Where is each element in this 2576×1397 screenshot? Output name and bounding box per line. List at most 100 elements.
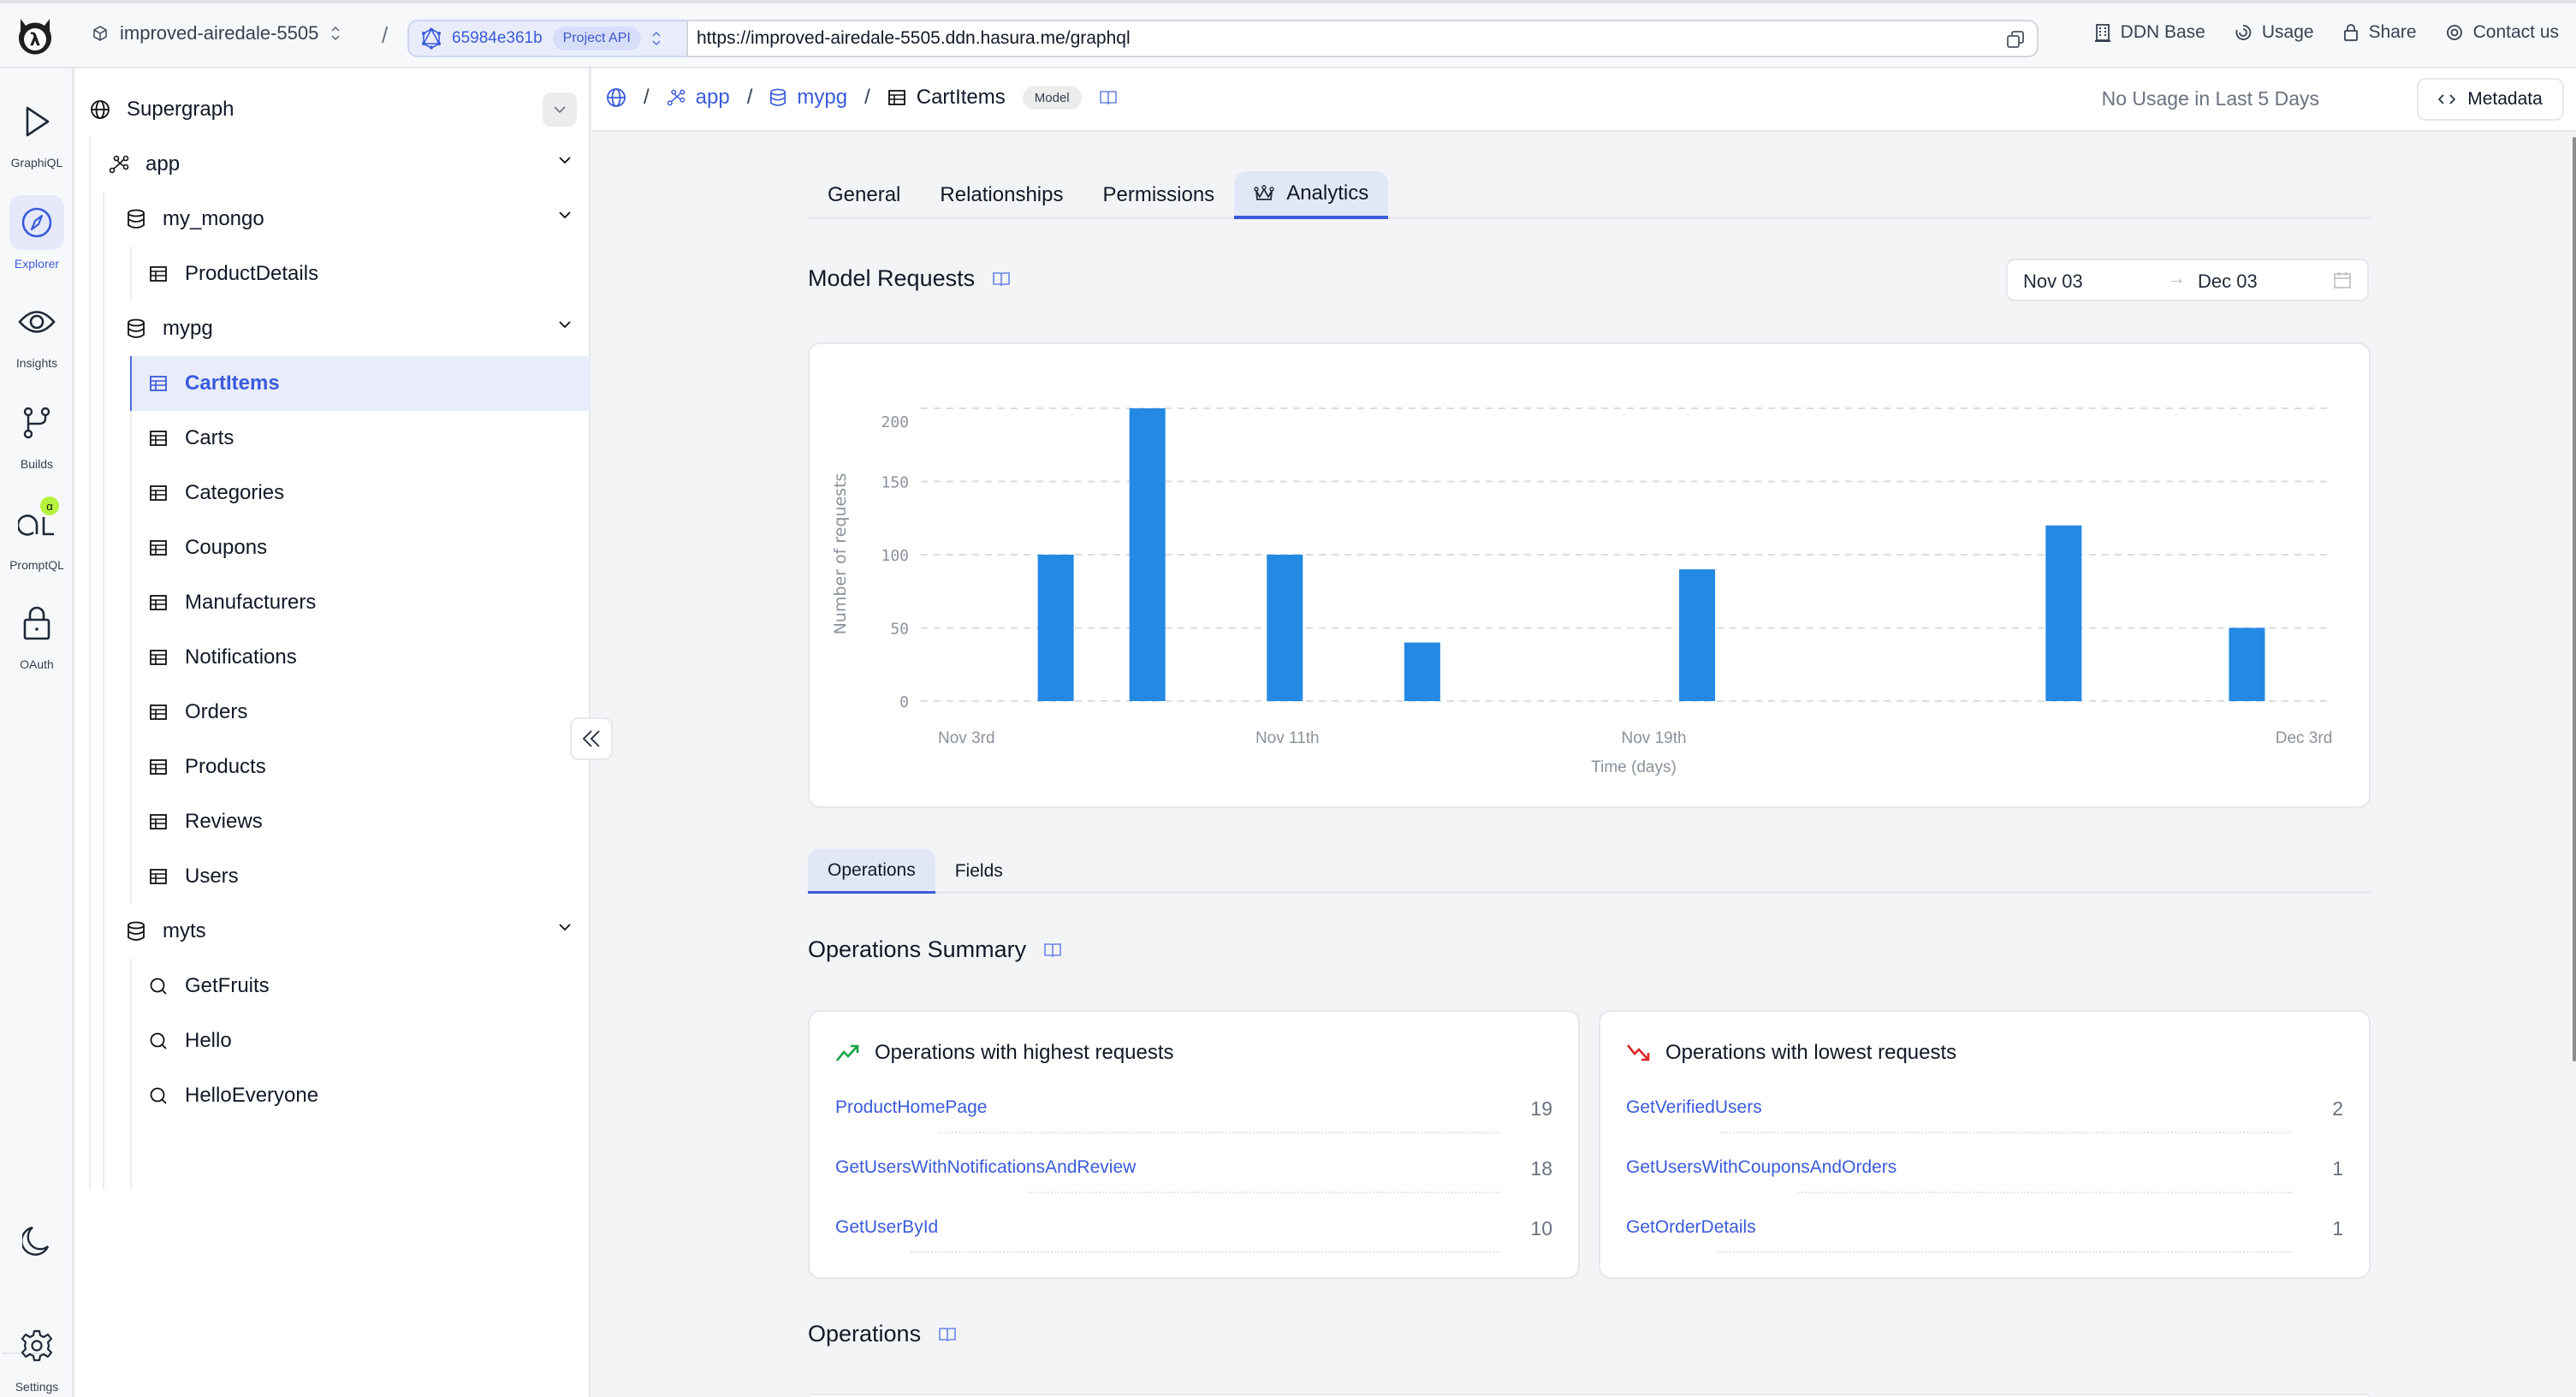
docs-book-icon[interactable] <box>1043 942 1062 959</box>
graphql-endpoint-field[interactable]: https://improved-airedale-5505.ddn.hasur… <box>686 20 2039 57</box>
operation-link[interactable]: GetUsersWithNotificationsAndReview <box>835 1157 1136 1178</box>
rail-label: Builds <box>20 457 54 471</box>
operation-count: 18 <box>1530 1157 1552 1180</box>
tab-general[interactable]: General <box>808 171 920 219</box>
analytics-subtabs: Operations Fields <box>808 849 2371 894</box>
operation-link[interactable]: GetUsersWithCouponsAndOrders <box>1626 1157 1896 1178</box>
tree-label: GetFruits <box>185 974 270 997</box>
build-selector[interactable]: 65984e361b Project API <box>407 20 686 57</box>
tree-model-coupons[interactable]: Coupons <box>75 520 591 575</box>
breadcrumb-app[interactable]: app <box>667 86 730 110</box>
operation-link[interactable]: GetOrderDetails <box>1626 1217 1756 1238</box>
section-title: Operations <box>808 1321 922 1346</box>
tab-permissions[interactable]: Permissions <box>1083 171 1234 219</box>
table-icon <box>147 591 169 614</box>
share-label: Share <box>2368 22 2417 42</box>
docs-book-icon[interactable] <box>992 270 1011 288</box>
requests-bar-chart: 0 50 100 150 200 Nov 3rd Nov 11th Nov 19th Dec … <box>831 407 2332 776</box>
supergraph-toggle[interactable] <box>543 92 577 127</box>
tab-relationships[interactable]: Relationships <box>920 171 1083 219</box>
bar-nov-6th[interactable] <box>1037 555 1074 701</box>
bar-nov-8th[interactable] <box>1129 408 1166 701</box>
tree-model-manufacturers[interactable]: Manufacturers <box>75 575 591 630</box>
contact-us-link[interactable]: Contact us <box>2446 22 2559 43</box>
operation-link[interactable]: ProductHomePage <box>835 1097 987 1118</box>
date-range-picker[interactable]: Nov 03 → Dec 03 <box>2006 259 2369 301</box>
contact-us-label: Contact us <box>2472 22 2559 42</box>
rail-item-graphiql[interactable]: GraphiQL <box>0 94 74 169</box>
rail-item-promptql[interactable]: α PromptQL <box>0 496 74 572</box>
tree-root-supergraph[interactable]: Supergraph <box>75 82 591 137</box>
operation-link[interactable]: GetUserById <box>835 1217 938 1238</box>
lock-icon <box>9 596 64 651</box>
docs-book-icon[interactable] <box>1099 89 1118 106</box>
docs-book-icon[interactable] <box>938 1326 957 1343</box>
bar-nov-14th[interactable] <box>1404 642 1440 701</box>
subtab-fields[interactable]: Fields <box>935 849 1023 894</box>
main-scrollbar[interactable] <box>2573 137 2576 1061</box>
rail-item-explorer[interactable]: Explorer <box>0 195 74 270</box>
project-selector[interactable]: improved-airedale-5505 <box>92 22 341 45</box>
chevron-down-icon[interactable] <box>558 211 572 219</box>
tree-model-cartitems[interactable]: CartItems <box>130 356 591 411</box>
tree-model-categories[interactable]: Categories <box>75 466 591 520</box>
rail-item-oauth[interactable]: OAuth <box>0 596 74 671</box>
gear-icon <box>9 1318 64 1373</box>
share-link[interactable]: Share <box>2343 22 2417 43</box>
bar-nov-20th[interactable] <box>1679 569 1716 701</box>
chevron-down-icon[interactable] <box>558 320 572 329</box>
breadcrumb-mypg[interactable]: mypg <box>769 86 847 110</box>
theme-toggle[interactable] <box>0 1214 74 1269</box>
date-from[interactable]: Nov 03 <box>2023 270 2083 293</box>
usage-link[interactable]: Usage <box>2235 22 2314 43</box>
collapse-sidebar-button[interactable] <box>570 717 613 760</box>
operation-link[interactable]: GetVerifiedUsers <box>1626 1097 1762 1118</box>
calendar-icon[interactable] <box>2333 270 2352 289</box>
tree-connector-myts[interactable]: myts <box>75 904 591 959</box>
table-icon <box>147 865 169 888</box>
tree-model-users[interactable]: Users <box>75 849 591 904</box>
subtab-label: Fields <box>954 861 1003 881</box>
operation-count: 2 <box>2332 1097 2343 1120</box>
bar-nov-11th[interactable] <box>1267 555 1303 701</box>
copy-icon[interactable] <box>2006 30 2025 49</box>
bar-dec-2nd[interactable] <box>2229 627 2265 702</box>
chevron-down-icon[interactable] <box>558 923 572 931</box>
date-to[interactable]: Dec 03 <box>2198 270 2258 293</box>
tree-label: HelloEveryone <box>185 1084 319 1107</box>
ops-row: GetUserById 10 <box>835 1217 1552 1253</box>
tree-model-carts[interactable]: Carts <box>75 411 591 466</box>
x-tick-label: Nov 19th <box>1622 729 1687 747</box>
x-axis-title: Time (days) <box>1591 758 1677 776</box>
bar-nov-28th[interactable] <box>2045 525 2082 701</box>
tree-command-getfruits[interactable]: GetFruits <box>75 959 591 1014</box>
tree-model-orders[interactable]: Orders <box>75 685 591 740</box>
table-icon <box>147 646 169 669</box>
rail-item-builds[interactable]: Builds <box>0 395 74 471</box>
promptql-icon: α <box>9 496 64 551</box>
metadata-button[interactable]: Metadata <box>2417 78 2564 121</box>
tree-connector-mypg[interactable]: mypg <box>75 301 591 356</box>
tree-subgraph-app[interactable]: app <box>75 137 591 192</box>
operation-count: 19 <box>1530 1097 1552 1120</box>
hasura-logo-icon[interactable]: λ <box>15 15 55 56</box>
tree-connector-my-mongo[interactable]: my_mongo <box>75 192 591 247</box>
tree-model-notifications[interactable]: Notifications <box>75 630 591 685</box>
tree-model-products[interactable]: Products <box>75 740 591 794</box>
table-icon <box>147 263 169 285</box>
trending-down-icon <box>1626 1043 1650 1062</box>
tree-command-helloeveryone[interactable]: HelloEveryone <box>75 1068 591 1123</box>
chevron-down-icon[interactable] <box>558 156 572 164</box>
ddn-base-link[interactable]: DDN Base <box>2094 22 2205 43</box>
project-name: improved-airedale-5505 <box>120 22 319 44</box>
rail-item-insights[interactable]: Insights <box>0 294 74 370</box>
tab-analytics[interactable]: Analytics <box>1234 171 1389 219</box>
tree-model-reviews[interactable]: Reviews <box>75 794 591 849</box>
breadcrumb-home[interactable] <box>606 87 626 108</box>
tree-model-productdetails[interactable]: ProductDetails <box>75 247 591 301</box>
subtab-operations[interactable]: Operations <box>808 849 935 894</box>
tree-label: Orders <box>185 700 248 723</box>
tree-command-hello[interactable]: Hello <box>75 1014 591 1068</box>
rail-item-settings[interactable]: Settings <box>0 1318 74 1394</box>
tab-label: Relationships <box>940 183 1064 206</box>
